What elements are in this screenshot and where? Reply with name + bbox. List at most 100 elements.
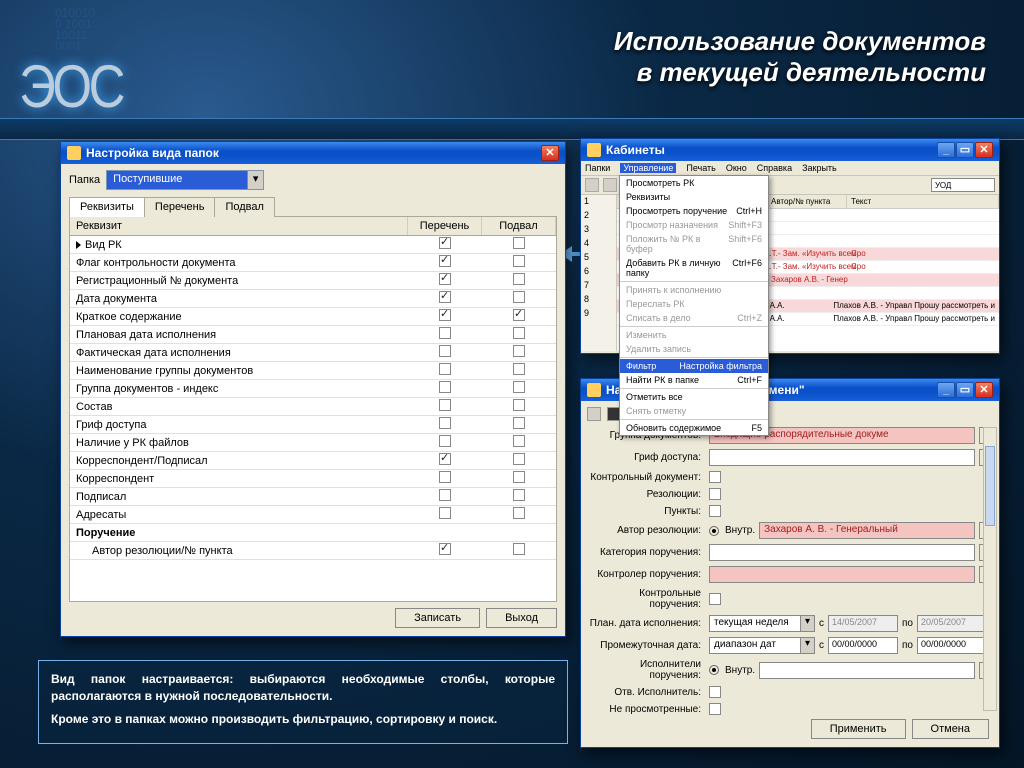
menu-item[interactable]: Просмотреть РК: [620, 176, 768, 190]
table-row[interactable]: Флаг контрольности документа: [70, 254, 556, 272]
cancel-button[interactable]: Отмена: [912, 719, 989, 739]
plan-select[interactable]: текущая неделя▾: [709, 615, 815, 632]
apply-button[interactable]: Применить: [811, 719, 906, 739]
ctrl-field[interactable]: [709, 566, 975, 583]
tool-icon[interactable]: [585, 178, 599, 192]
perechen-checkbox[interactable]: [439, 507, 451, 519]
perechen-checkbox[interactable]: [439, 543, 451, 555]
exec-field[interactable]: [759, 662, 975, 679]
table-row[interactable]: Группа документов - индекс: [70, 380, 556, 398]
menu-item[interactable]: Добавить РК в личную папкуCtrl+F6: [620, 256, 768, 280]
perechen-checkbox[interactable]: [439, 291, 451, 303]
podval-checkbox[interactable]: [513, 543, 525, 555]
table-row[interactable]: Автор резолюции/№ пункта: [70, 542, 556, 560]
table-row[interactable]: Краткое содержание: [70, 308, 556, 326]
radio-internal[interactable]: [709, 526, 719, 536]
perechen-checkbox[interactable]: [439, 345, 451, 357]
folder-combo[interactable]: Поступившие▾: [106, 170, 264, 190]
podval-checkbox[interactable]: [513, 345, 525, 357]
perechen-checkbox[interactable]: [439, 435, 451, 447]
podval-checkbox[interactable]: [513, 273, 525, 285]
table-row[interactable]: Плановая дата исполнения: [70, 326, 556, 344]
titlebar[interactable]: Кабинеты _ ▭ ✕: [581, 139, 999, 161]
tab-podval[interactable]: Подвал: [214, 197, 274, 217]
menu-papki[interactable]: Папки: [585, 163, 610, 173]
table-row[interactable]: Поручение: [70, 524, 556, 542]
table-row[interactable]: Корреспондент: [70, 470, 556, 488]
close-icon[interactable]: ✕: [541, 145, 559, 161]
podval-checkbox[interactable]: [513, 381, 525, 393]
menu-item[interactable]: Отметить все: [620, 390, 768, 404]
menu-item[interactable]: Просмотреть поручениеCtrl+H: [620, 204, 768, 218]
date-to[interactable]: 20/05/2007: [917, 615, 987, 632]
perechen-checkbox[interactable]: [439, 399, 451, 411]
table-row[interactable]: Вид РК: [70, 236, 556, 254]
table-row[interactable]: Наименование группы документов: [70, 362, 556, 380]
menu-okno[interactable]: Окно: [726, 163, 747, 173]
save-button[interactable]: Записать: [395, 608, 480, 628]
podval-checkbox[interactable]: [513, 237, 525, 249]
table-row[interactable]: Гриф доступа: [70, 416, 556, 434]
podval-checkbox[interactable]: [513, 291, 525, 303]
menu-spravka[interactable]: Справка: [757, 163, 792, 173]
perechen-checkbox[interactable]: [439, 273, 451, 285]
author-field[interactable]: Захаров А. В. - Генеральный: [759, 522, 975, 539]
interm-select[interactable]: диапазон дат▾: [709, 637, 815, 654]
tool-icon[interactable]: [603, 178, 617, 192]
podval-checkbox[interactable]: [513, 489, 525, 501]
perechen-checkbox[interactable]: [439, 309, 451, 321]
menu-item[interactable]: Найти РК в папкеCtrl+F: [620, 373, 768, 387]
podval-checkbox[interactable]: [513, 399, 525, 411]
rez-checkbox[interactable]: [709, 488, 721, 500]
podval-checkbox[interactable]: [513, 507, 525, 519]
tab-perechen[interactable]: Перечень: [144, 197, 216, 217]
unseen-checkbox[interactable]: [709, 703, 721, 715]
podval-checkbox[interactable]: [513, 435, 525, 447]
perechen-checkbox[interactable]: [439, 381, 451, 393]
menu-pechat[interactable]: Печать: [686, 163, 715, 173]
kontr-checkbox[interactable]: [709, 471, 721, 483]
podval-checkbox[interactable]: [513, 417, 525, 429]
maximize-icon[interactable]: ▭: [956, 382, 974, 398]
punkt-checkbox[interactable]: [709, 505, 721, 517]
col-perechen[interactable]: Перечень: [408, 217, 482, 235]
perechen-checkbox[interactable]: [439, 363, 451, 375]
menu-item[interactable]: ФильтрНастройка фильтра: [620, 359, 768, 373]
podval-checkbox[interactable]: [513, 471, 525, 483]
exit-button[interactable]: Выход: [486, 608, 557, 628]
podval-checkbox[interactable]: [513, 327, 525, 339]
perechen-checkbox[interactable]: [439, 255, 451, 267]
podval-checkbox[interactable]: [513, 255, 525, 267]
podval-checkbox[interactable]: [513, 309, 525, 321]
grif-field[interactable]: [709, 449, 975, 466]
table-row[interactable]: Состав: [70, 398, 556, 416]
podval-checkbox[interactable]: [513, 453, 525, 465]
podval-checkbox[interactable]: [513, 363, 525, 375]
col-podval[interactable]: Подвал: [482, 217, 556, 235]
table-row[interactable]: Фактическая дата исполнения: [70, 344, 556, 362]
col-rekvizit[interactable]: Реквизит: [70, 217, 408, 235]
table-row[interactable]: Наличие у РК файлов: [70, 434, 556, 452]
otv-checkbox[interactable]: [709, 686, 721, 698]
menu-item[interactable]: Обновить содержимоеF5: [620, 421, 768, 435]
table-row[interactable]: Подписал: [70, 488, 556, 506]
minimize-icon[interactable]: _: [937, 142, 955, 158]
perechen-checkbox[interactable]: [439, 417, 451, 429]
menu-upravlenie[interactable]: Управление: [620, 163, 676, 173]
perechen-checkbox[interactable]: [439, 453, 451, 465]
menu-item[interactable]: Реквизиты: [620, 190, 768, 204]
chevron-down-icon[interactable]: ▾: [247, 171, 263, 189]
radio-internal-2[interactable]: [709, 665, 719, 675]
open-icon[interactable]: [587, 407, 601, 421]
kporuch-checkbox[interactable]: [709, 593, 721, 605]
table-row[interactable]: Дата документа: [70, 290, 556, 308]
scrollbar[interactable]: [983, 427, 997, 711]
date-from-2[interactable]: 00/00/0000: [828, 637, 898, 654]
menu-zakryt[interactable]: Закрыть: [802, 163, 837, 173]
right-combo[interactable]: УОД: [931, 178, 995, 192]
perechen-checkbox[interactable]: [439, 489, 451, 501]
perechen-checkbox[interactable]: [439, 237, 451, 249]
table-row[interactable]: Регистрационный № документа: [70, 272, 556, 290]
close-icon[interactable]: ✕: [975, 142, 993, 158]
perechen-checkbox[interactable]: [439, 327, 451, 339]
